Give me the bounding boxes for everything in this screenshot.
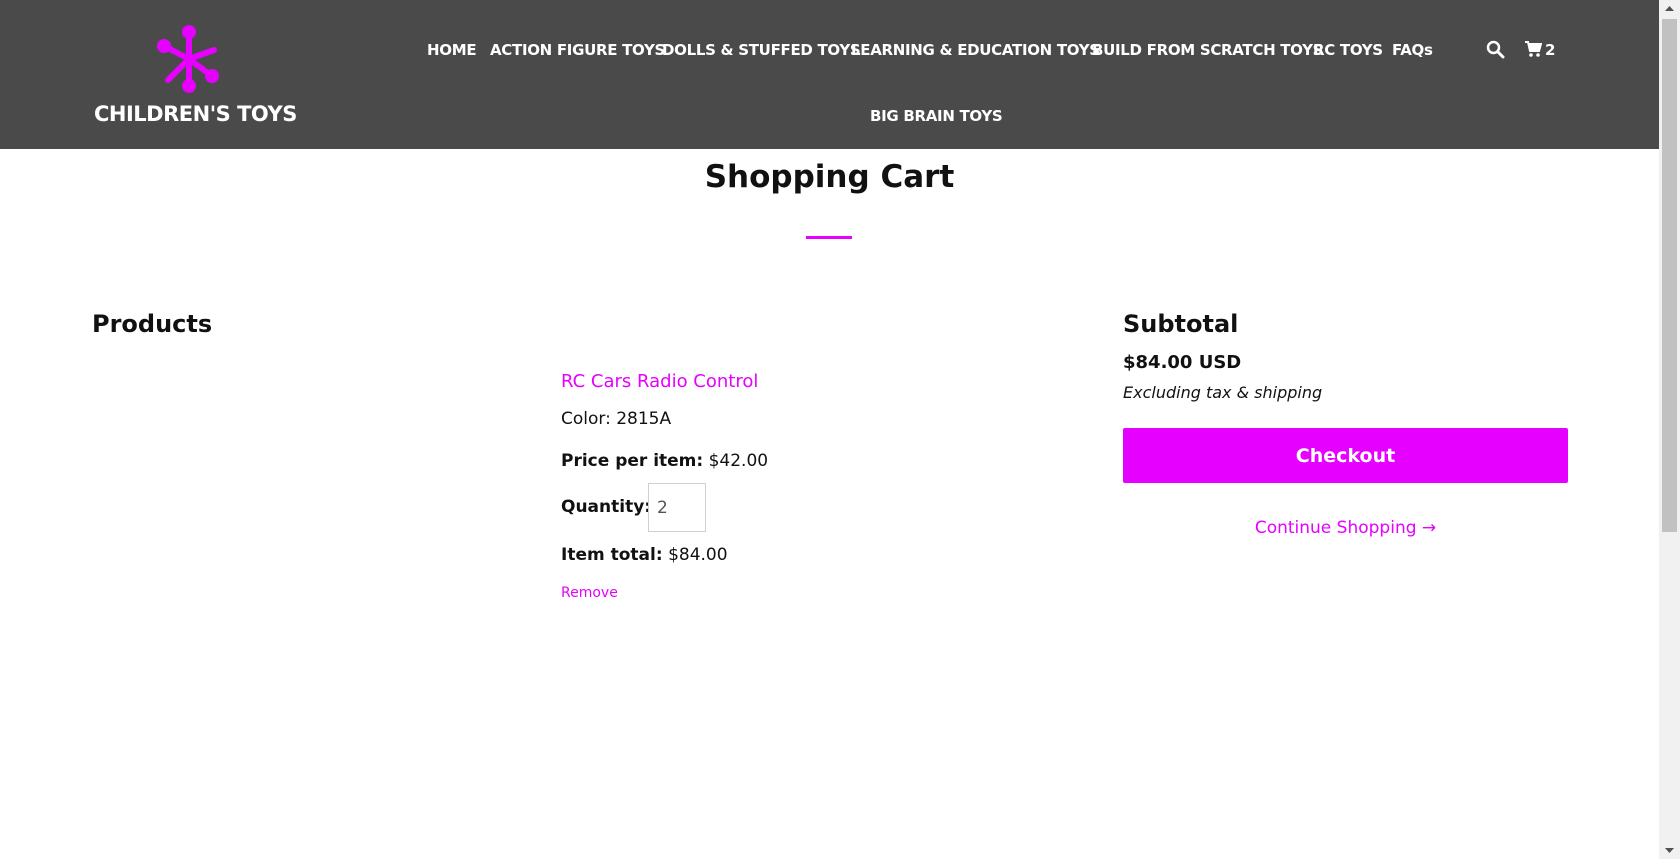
price-label: Price per item: [561,451,704,471]
scroll-up-icon[interactable] [1659,0,1680,17]
product-color: Color: 2815A [561,409,672,429]
site-logo[interactable]: CHILDREN'S TOYS [92,24,297,128]
logo-text: CHILDREN'S TOYS [94,102,297,126]
nav-faqs[interactable]: FAQs [1392,41,1433,59]
subtotal-note: Excluding tax & shipping [1123,383,1323,402]
nav-rc-toys[interactable]: RC TOYS [1313,41,1383,59]
subtotal-amount: $84.00 USD [1123,352,1242,373]
subtotal-heading: Subtotal [1123,310,1239,338]
scroll-down-icon[interactable] [1659,842,1680,859]
page-title: Shopping Cart [704,159,955,195]
nav-action-figure-toys[interactable]: ACTION FIGURE TOYS [490,41,665,59]
search-icon[interactable] [1486,40,1505,63]
site-header: CHILDREN'S TOYS HOME ACTION FIGURE TOYS … [0,0,1659,149]
nav-big-brain-toys[interactable]: BIG BRAIN TOYS [870,107,1003,125]
quantity-input[interactable] [648,483,706,532]
nav-home[interactable]: HOME [427,41,477,59]
nav-build-from-scratch-toys[interactable]: BUILD FROM SCRATCH TOYS [1092,41,1323,59]
nav-dolls-stuffed-toys[interactable]: DOLLS & STUFFED TOYS [662,41,861,59]
item-total-value: $84.00 [668,545,728,565]
price-value: $42.00 [708,451,769,471]
checkout-button[interactable]: Checkout [1123,428,1568,483]
cart-icon[interactable] [1524,40,1543,62]
scrollbar[interactable] [1659,0,1680,859]
cart-count[interactable]: 2 [1545,41,1555,59]
products-heading: Products [92,310,213,338]
nav-learning-education-toys[interactable]: LEARNING & EDUCATION TOYS [851,41,1100,59]
molecule-logo-icon [157,25,219,93]
title-divider [806,236,852,239]
price-per-item: Price per item: $42.00 [561,451,768,471]
item-total: Item total: $84.00 [561,545,728,565]
continue-shopping-link[interactable]: Continue Shopping → [1123,518,1568,538]
scrollbar-thumb[interactable] [1662,19,1677,532]
remove-link[interactable]: Remove [561,585,618,601]
quantity-label: Quantity: [561,497,652,517]
item-total-label: Item total: [561,545,663,565]
product-name-link[interactable]: RC Cars Radio Control [561,371,758,392]
